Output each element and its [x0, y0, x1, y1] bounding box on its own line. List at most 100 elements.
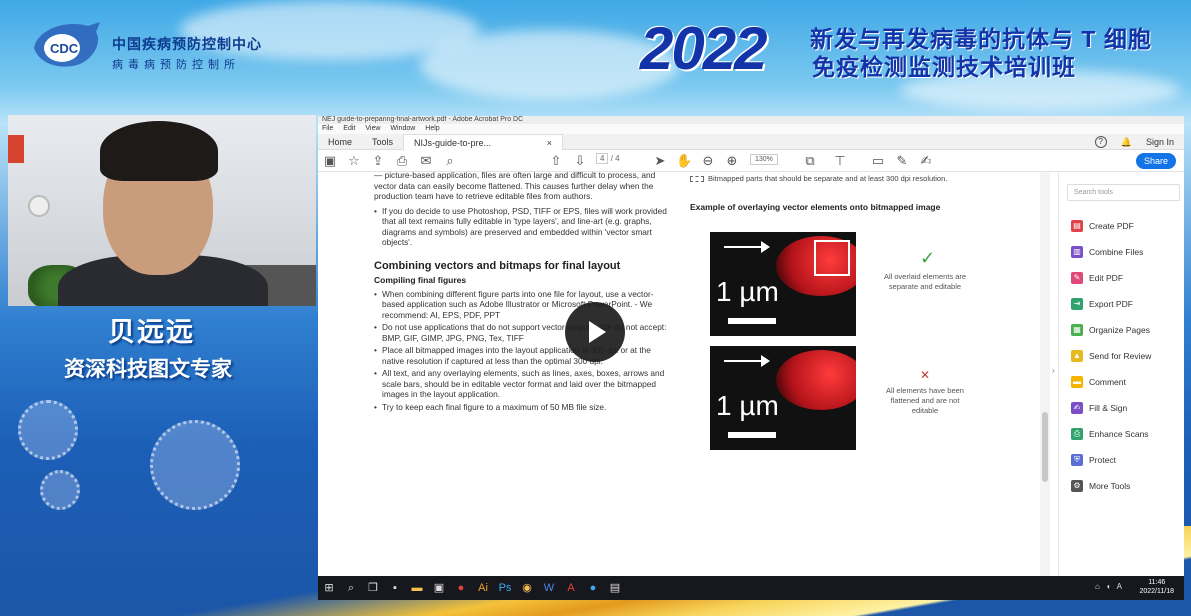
cross-icon: ✕	[920, 368, 931, 382]
page-up-icon[interactable]: ⇧	[548, 153, 564, 169]
tab-home[interactable]: Home	[318, 134, 362, 150]
clock-date: 2022/11/18	[1139, 588, 1174, 595]
event-title-line2: 免疫检测监测技术培训班	[812, 54, 1076, 80]
search-tools-input[interactable]: Search tools	[1067, 184, 1180, 201]
menu-view[interactable]: View	[365, 124, 380, 134]
list-item: Place all bitmapped images into the layo…	[374, 345, 672, 366]
bookmark-icon[interactable]: ☆	[346, 153, 362, 169]
word-icon[interactable]: W	[538, 576, 560, 600]
export-pdf-icon: ⇥	[1071, 298, 1083, 310]
zoom-select[interactable]: 130%	[750, 154, 778, 165]
fit-page-icon[interactable]: ⧉	[802, 153, 818, 169]
menu-edit[interactable]: Edit	[343, 124, 355, 134]
protect-icon: ⛨	[1071, 454, 1083, 466]
app-icon[interactable]: ▪	[384, 576, 406, 600]
tool-create-pdf[interactable]: ▤ Create PDF	[1059, 213, 1184, 239]
menu-window[interactable]: Window	[390, 124, 415, 134]
fluorescence-blob	[776, 350, 856, 410]
list-item: Do not use applications that do not supp…	[374, 322, 672, 343]
file-explorer-icon[interactable]: ▬	[406, 576, 428, 600]
hand-tool-icon[interactable]: ✋	[676, 153, 692, 169]
menu-help[interactable]: Help	[425, 124, 439, 134]
comment-icon: ▬	[1071, 376, 1083, 388]
taskbar-clock[interactable]: 11:46 2022/11/18	[1139, 578, 1174, 596]
overlay-arrow	[724, 241, 770, 253]
zoom-in-icon[interactable]: ⊕	[724, 153, 740, 169]
page-current[interactable]: 4	[596, 153, 609, 164]
mail-icon[interactable]: ✉	[418, 153, 434, 169]
menu-file[interactable]: File	[322, 124, 333, 134]
chrome-icon[interactable]: ◉	[516, 576, 538, 600]
scrollbar-thumb[interactable]	[1042, 412, 1048, 482]
save-icon[interactable]: ▣	[322, 153, 338, 169]
print-icon[interactable]: ⎙	[394, 153, 410, 169]
volume-icon[interactable]: ◖	[1106, 582, 1111, 591]
tab-document[interactable]: NIJs-guide-to-pre... ×	[403, 133, 564, 150]
upload-icon[interactable]: ⇪	[370, 153, 386, 169]
list-item: All text, and any overlaying elements, s…	[374, 368, 672, 400]
tool-organize-pages[interactable]: ▦ Organize Pages	[1059, 317, 1184, 343]
bullet-top: If you do decide to use Photoshop, PSD, …	[374, 206, 672, 248]
task-view-icon[interactable]: ❐	[362, 576, 384, 600]
bell-icon[interactable]: 🔔	[1121, 137, 1132, 148]
share-button[interactable]: Share	[1135, 153, 1176, 169]
page-down-icon[interactable]: ⇩	[572, 153, 588, 169]
overlay-arrow	[724, 355, 770, 367]
browser-icon[interactable]: ●	[450, 576, 472, 600]
collapse-panel-icon[interactable]: ›	[1052, 366, 1055, 375]
video-play-button[interactable]	[565, 302, 625, 362]
tab-tools[interactable]: Tools	[362, 134, 403, 150]
photoshop-icon[interactable]: Ps	[494, 576, 516, 600]
zoom-out-icon[interactable]: ⊖	[700, 153, 716, 169]
tool-fill-sign[interactable]: ✍ Fill & Sign	[1059, 395, 1184, 421]
tool-edit-pdf[interactable]: ✎ Edit PDF	[1059, 265, 1184, 291]
sign-icon[interactable]: ✍	[918, 153, 934, 169]
meeting-icon[interactable]: ●	[582, 576, 604, 600]
example-image-editable: 1 µm	[710, 232, 856, 336]
tool-comment[interactable]: ▬ Comment	[1059, 369, 1184, 395]
virus-decoration	[150, 420, 240, 510]
example-image-flattened: 1 µm	[710, 346, 856, 450]
select-cursor-icon[interactable]: ➤	[652, 153, 668, 169]
page-indicator[interactable]: 4 / 4	[596, 153, 620, 164]
tool-send-review[interactable]: ▲ Send for Review	[1059, 343, 1184, 369]
help-icon[interactable]: ?	[1094, 136, 1107, 148]
send-review-icon: ▲	[1071, 350, 1083, 362]
bullet-list: When combining different figure parts in…	[374, 289, 672, 413]
store-icon[interactable]: ▣	[428, 576, 450, 600]
windows-start-icon[interactable]: ⊞	[318, 576, 340, 600]
illustrator-icon[interactable]: Ai	[472, 576, 494, 600]
virus-decoration	[40, 470, 80, 510]
tool-combine-files[interactable]: ▥ Combine Files	[1059, 239, 1184, 265]
shared-screen: NEJ guide-to-preparing-final-artwork.pdf…	[318, 116, 1184, 600]
acrobat-icon[interactable]: A	[560, 576, 582, 600]
search-icon[interactable]: ⌕	[340, 576, 362, 600]
webcam-background-object	[8, 135, 24, 163]
notes-icon[interactable]: ▤	[604, 576, 626, 600]
tool-protect[interactable]: ⛨ Protect	[1059, 447, 1184, 473]
stamp-icon[interactable]: ⊤	[832, 153, 848, 169]
vertical-scrollbar[interactable]	[1040, 172, 1050, 576]
more-tools-icon: ⚙	[1071, 480, 1083, 492]
speaker-hair	[100, 121, 218, 181]
tool-label: Send for Review	[1089, 351, 1152, 361]
close-icon[interactable]: ×	[547, 135, 552, 150]
pen-icon[interactable]: ✎	[894, 153, 910, 169]
tools-pane: Search tools ▤ Create PDF ▥ Combine Files …	[1058, 172, 1184, 576]
virus-decoration	[18, 400, 78, 460]
tool-label: More Tools	[1089, 481, 1131, 491]
input-icon[interactable]: A	[1117, 582, 1122, 591]
tool-enhance-scans[interactable]: ⎙ Enhance Scans	[1059, 421, 1184, 447]
page-total: / 4	[610, 154, 620, 163]
tool-more-tools[interactable]: ⚙ More Tools	[1059, 473, 1184, 499]
figure-column: Bitmapped parts that should be separate …	[690, 172, 990, 450]
zoom-search-icon[interactable]: ⌕	[442, 153, 458, 169]
sign-in-link[interactable]: Sign In	[1146, 137, 1174, 147]
note-flattened: All elements have been flattened and are…	[886, 386, 964, 415]
tool-export-pdf[interactable]: ⇥ Export PDF	[1059, 291, 1184, 317]
organize-pages-icon: ▦	[1071, 324, 1083, 336]
network-icon[interactable]: ⌂	[1095, 582, 1100, 591]
section-heading: Combining vectors and bitmaps for final …	[374, 259, 621, 272]
comment-toolbar-icon[interactable]: ▭	[870, 153, 886, 169]
toolbar: ▣ ☆ ⇪ ⎙ ✉ ⌕ ⇧ ⇩ 4 / 4 ➤ ✋ ⊖ ⊕ 130% ⧉ ⊤ ▭…	[318, 150, 1184, 172]
